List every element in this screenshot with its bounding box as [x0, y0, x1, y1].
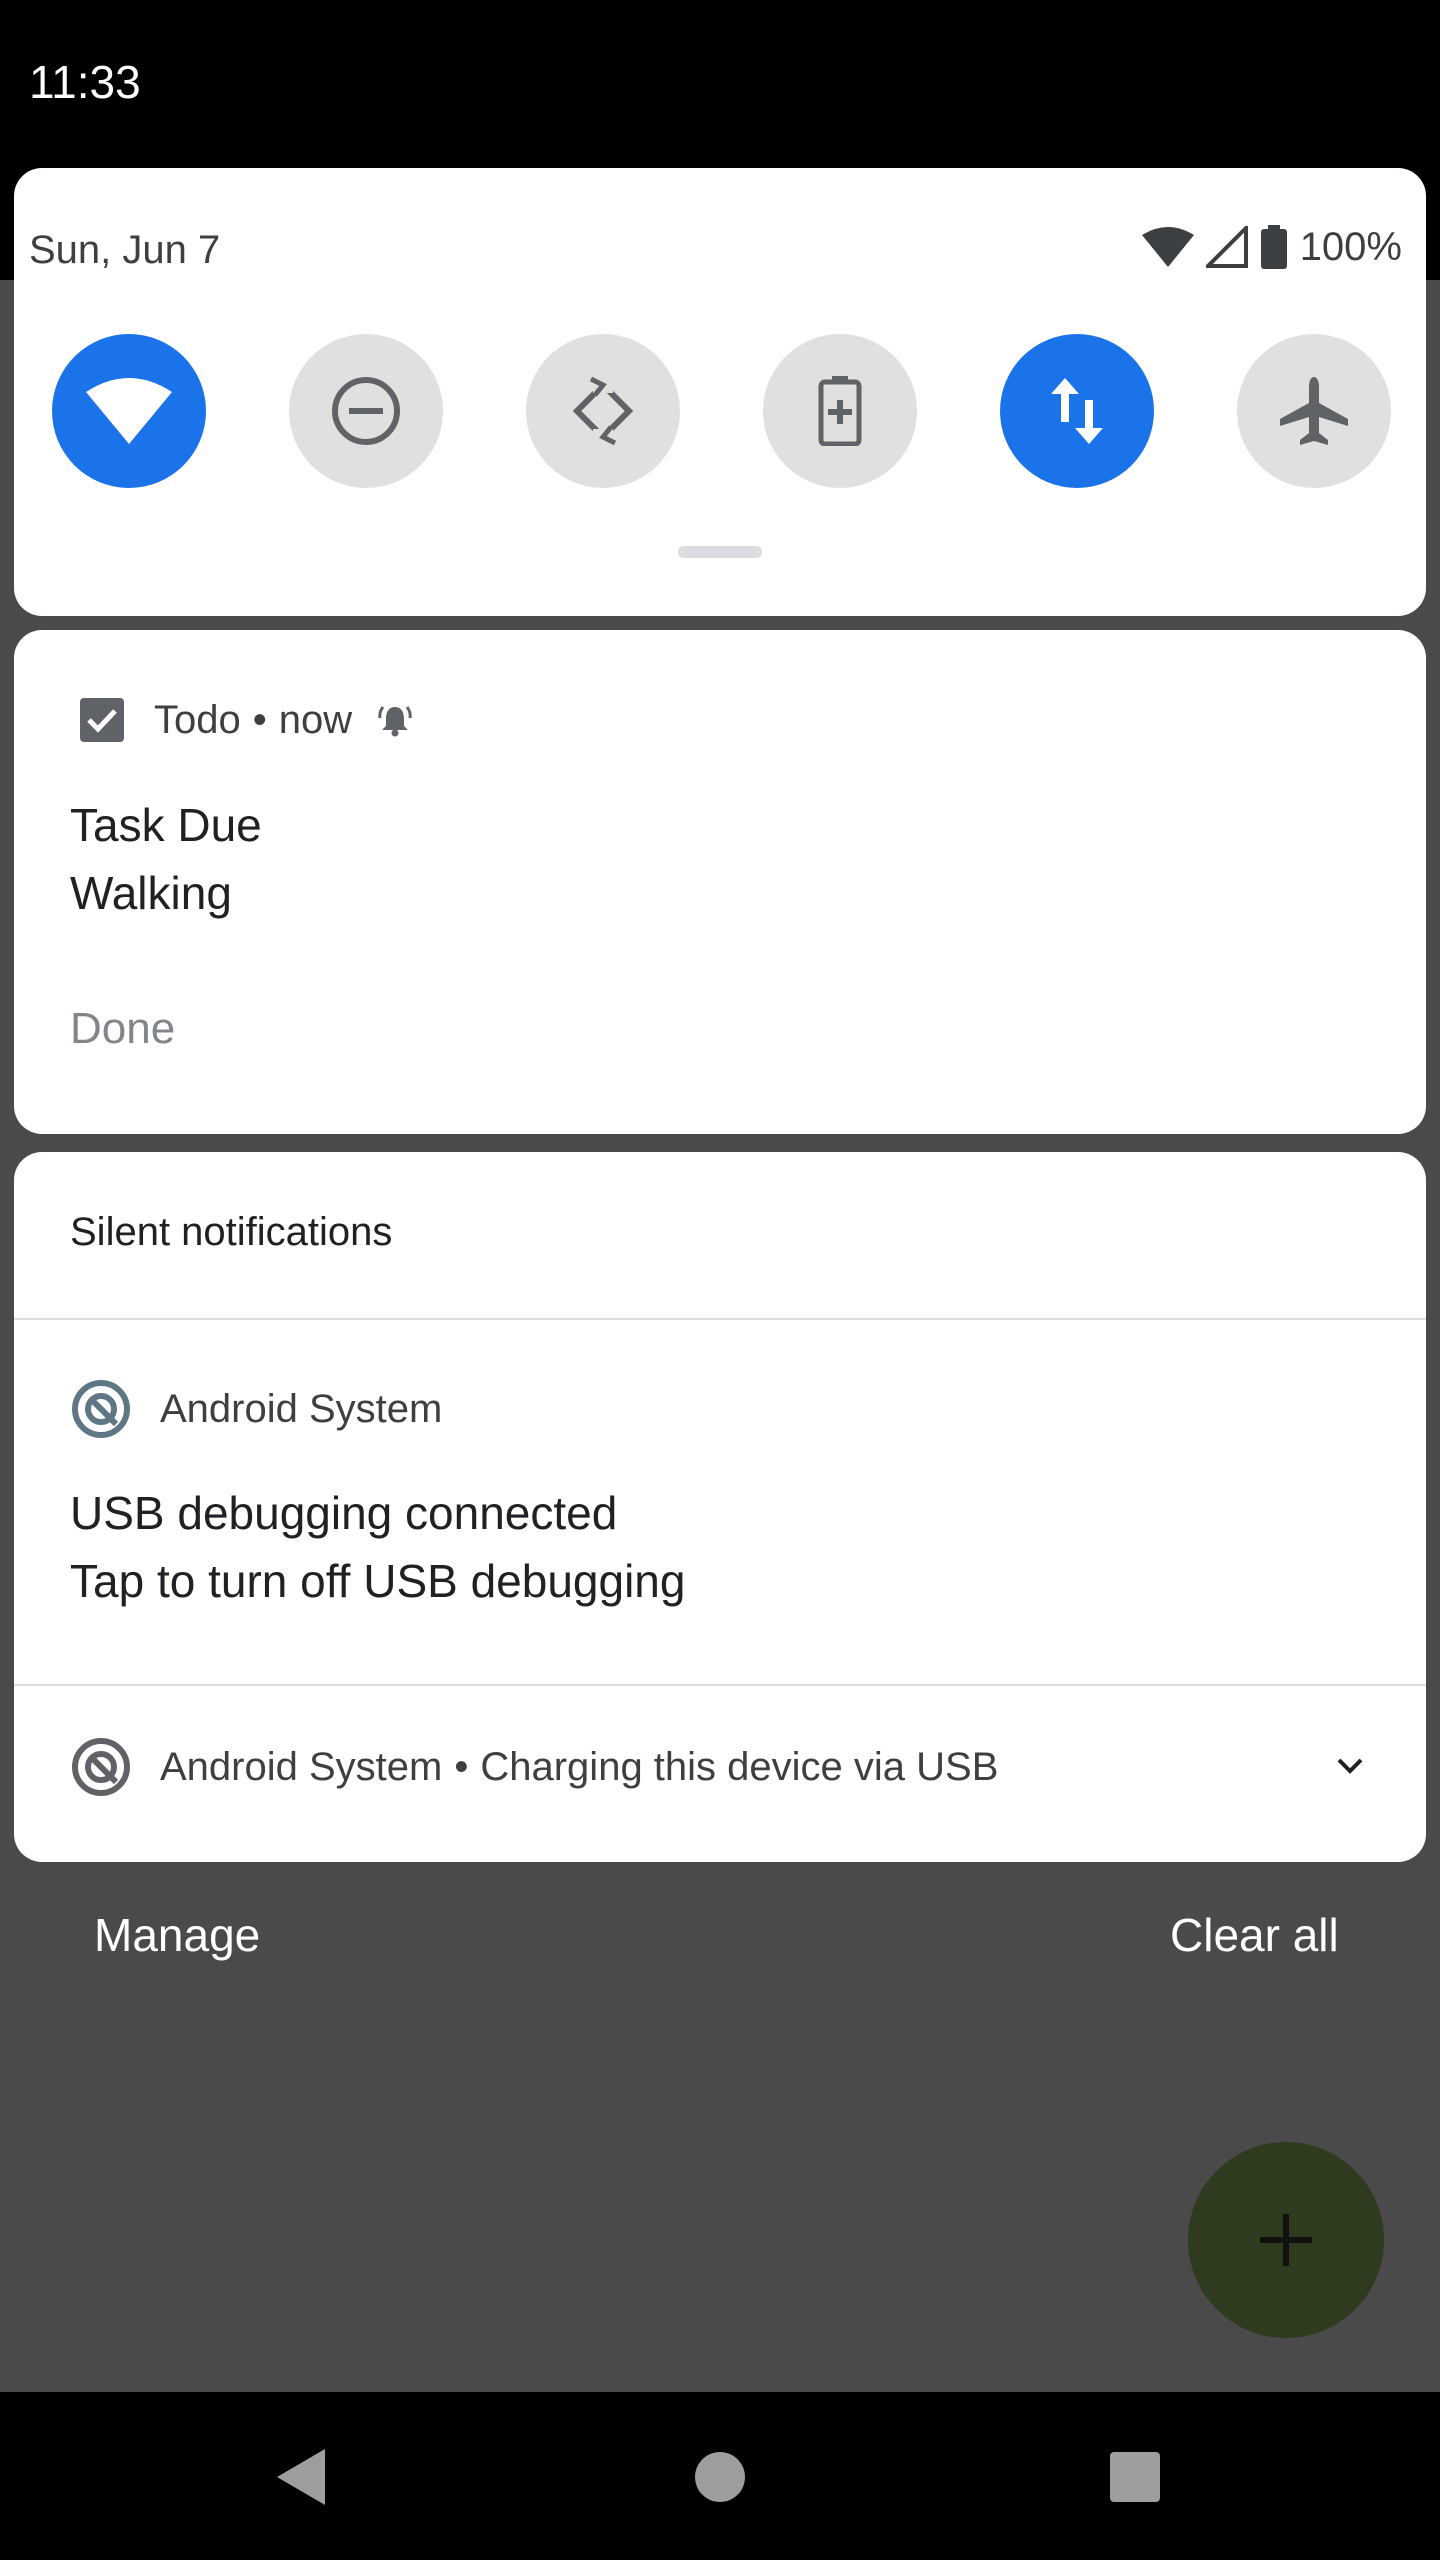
checkbox-icon — [80, 698, 124, 742]
cell-signal-icon — [1205, 226, 1248, 268]
home-icon — [695, 2452, 745, 2502]
notification-app-name: Android System — [160, 1744, 443, 1789]
plus-icon — [1260, 2214, 1312, 2266]
auto-rotate-tile[interactable] — [526, 334, 680, 488]
auto-rotate-icon — [572, 376, 634, 446]
notification-app-name: Android System — [160, 1386, 443, 1431]
expand-button[interactable] — [1330, 1746, 1370, 1786]
silent-notifications-section: Silent notifications Android System USB … — [14, 1152, 1426, 1862]
mobile-data-tile[interactable] — [1000, 334, 1154, 488]
header-separator: • — [454, 1744, 469, 1789]
android-system-icon — [72, 1380, 130, 1438]
charging-notification[interactable]: Android System • Charging this device vi… — [70, 1736, 998, 1798]
notification-header: Todo • now — [78, 690, 412, 750]
wifi-icon — [86, 378, 172, 444]
status-icons: 100% — [1141, 220, 1402, 274]
airplane-mode-icon — [1280, 377, 1348, 445]
add-task-fab[interactable] — [1188, 2142, 1384, 2338]
silent-notifications-header: Silent notifications — [70, 1210, 393, 1254]
home-button[interactable] — [685, 2442, 755, 2512]
quick-settings-date[interactable]: Sun, Jun 7 — [29, 228, 220, 273]
battery-saver-tile[interactable] — [763, 334, 917, 488]
quick-settings-panel: Sun, Jun 7 100% — [14, 168, 1426, 616]
notification-divider — [14, 1684, 1426, 1686]
alert-bell-icon — [378, 706, 412, 737]
notification-app-name: Todo — [154, 697, 241, 742]
status-bar-clock: 11:33 — [29, 56, 141, 108]
usb-debugging-text[interactable]: Tap to turn off USB debugging — [70, 1554, 685, 1608]
manage-button[interactable]: Manage — [94, 1908, 260, 1962]
wifi-tile[interactable] — [52, 334, 206, 488]
airplane-mode-tile[interactable] — [1237, 334, 1391, 488]
notification-text: Walking — [70, 867, 232, 919]
todo-notification[interactable]: Todo • now Task Due Walking Done — [14, 630, 1426, 1134]
wifi-signal-icon — [1141, 227, 1194, 267]
battery-saver-icon — [818, 376, 862, 446]
clear-all-button[interactable]: Clear all — [1170, 1908, 1339, 1962]
recents-button[interactable] — [1100, 2442, 1170, 2512]
do-not-disturb-tile[interactable] — [289, 334, 443, 488]
usb-debugging-notification-header[interactable]: Android System — [70, 1378, 442, 1440]
notification-time: now — [278, 697, 353, 742]
battery-icon — [1260, 225, 1287, 269]
navigation-bar — [0, 2392, 1440, 2560]
done-action-button[interactable]: Done — [70, 1004, 175, 1054]
charging-text: Charging this device via USB — [480, 1744, 999, 1789]
quick-settings-tiles — [52, 334, 1392, 488]
battery-percentage: 100% — [1299, 224, 1402, 269]
do-not-disturb-icon — [332, 377, 400, 445]
usb-debugging-title[interactable]: USB debugging connected — [70, 1486, 617, 1540]
android-system-icon — [72, 1738, 130, 1796]
section-divider — [14, 1318, 1426, 1320]
mobile-data-icon — [1051, 378, 1103, 444]
chevron-down-icon — [1337, 1758, 1363, 1774]
recents-icon — [1110, 2452, 1160, 2502]
notification-title: Task Due — [70, 799, 262, 851]
panel-drag-handle[interactable] — [678, 546, 762, 558]
back-button[interactable] — [266, 2442, 336, 2512]
header-separator: • — [252, 697, 267, 742]
back-icon — [277, 2449, 325, 2505]
